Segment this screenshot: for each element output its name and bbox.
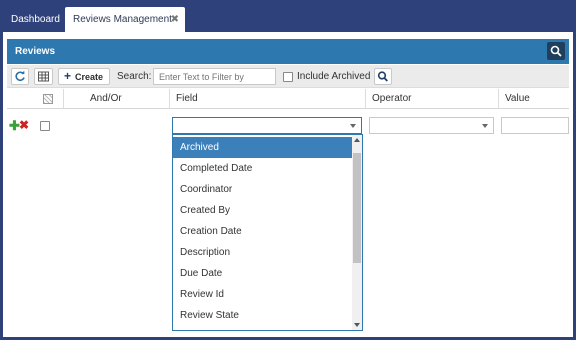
column-header-field[interactable]: Field (169, 89, 365, 109)
panel-header: Reviews (7, 39, 569, 64)
field-option[interactable]: Creation Date (173, 221, 353, 242)
panel-title: Reviews (15, 46, 56, 57)
close-icon[interactable]: ✖ (171, 7, 179, 32)
select-all-icon (43, 94, 53, 104)
column-header-and-or[interactable]: And/Or (63, 89, 169, 109)
tab-dashboard[interactable]: Dashboard (3, 7, 68, 32)
create-button[interactable]: + Create (58, 68, 110, 85)
main-content: Reviews + Create Search: Enter Text to F… (3, 32, 573, 337)
search-input[interactable] (153, 68, 276, 85)
dropdown-scrollbar[interactable] (352, 135, 362, 330)
column-header-value[interactable]: Value (498, 89, 569, 109)
field-option[interactable]: Review State (173, 305, 353, 326)
search-label: Search: (117, 71, 152, 82)
field-option[interactable]: Completed Date (173, 158, 353, 179)
grid-icon (38, 71, 49, 82)
field-option[interactable]: Review Id (173, 284, 353, 305)
search-icon (377, 71, 388, 82)
scroll-up-icon[interactable] (354, 138, 360, 142)
column-chooser-button[interactable] (34, 68, 53, 85)
column-header-operator[interactable]: Operator (365, 89, 498, 109)
include-archived-label: Include Archived (297, 71, 371, 82)
reviews-panel: Reviews + Create Search: Enter Text to F… (7, 39, 569, 336)
chevron-down-icon (350, 124, 356, 128)
field-option[interactable]: Description (173, 242, 353, 263)
value-input[interactable] (501, 117, 569, 134)
toolbar: +Create Search: Include Archived (7, 65, 569, 88)
refresh-icon (15, 70, 25, 82)
select-all-header[interactable] (33, 89, 63, 109)
field-option[interactable]: Coordinator (173, 179, 353, 200)
search-icon (550, 45, 562, 57)
row-checkbox[interactable] (40, 121, 50, 131)
plus-icon: + (64, 69, 72, 83)
refresh-button[interactable] (11, 68, 29, 85)
chevron-down-icon (482, 124, 488, 128)
delete-icon[interactable]: ✖ (19, 119, 29, 132)
tab-bar: Dashboard Reviews Management ✖ (3, 3, 573, 32)
scrollbar-thumb[interactable] (353, 153, 361, 263)
field-option[interactable]: Due Date (173, 263, 353, 284)
tab-reviews-management[interactable]: Reviews Management ✖ (65, 7, 185, 32)
field-select[interactable] (172, 117, 362, 134)
search-go-button[interactable] (374, 68, 392, 85)
field-dropdown-list: Archived Completed Date Coordinator Crea… (172, 134, 363, 331)
scroll-down-icon[interactable] (354, 323, 360, 327)
field-option[interactable]: Created By (173, 200, 353, 221)
tab-reviews-label: Reviews Management (73, 14, 172, 25)
create-label: Create (75, 72, 104, 82)
app-frame: Dashboard Reviews Management ✖ Reviews +… (0, 0, 576, 340)
panel-search-button[interactable] (547, 42, 565, 60)
include-archived-checkbox[interactable] (283, 72, 293, 82)
operator-select[interactable] (369, 117, 494, 134)
field-option[interactable]: Archived (173, 137, 353, 158)
grid-header: And/Or Field Operator Value (7, 89, 569, 109)
